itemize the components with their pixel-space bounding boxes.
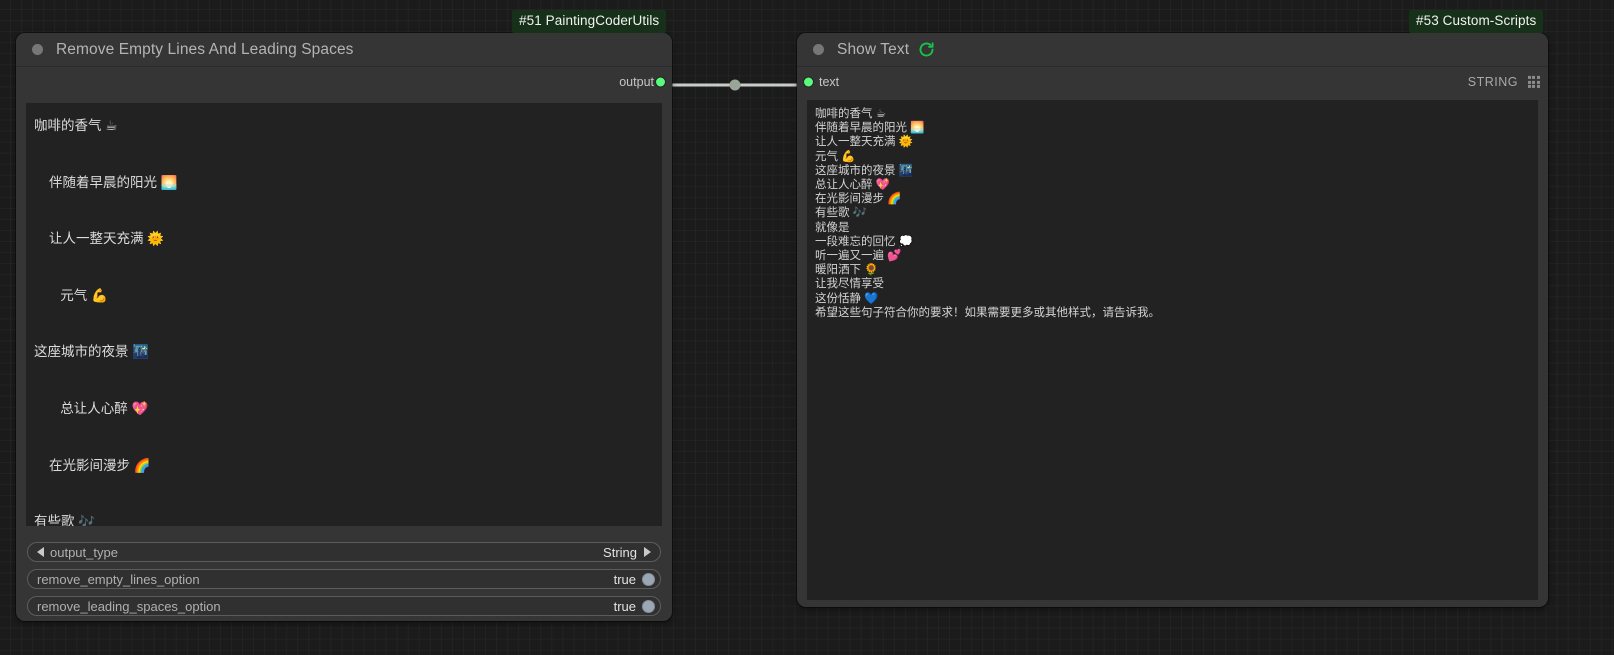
input-slot-label: text: [819, 75, 840, 89]
chevron-right-icon[interactable]: [644, 547, 651, 557]
output-slot-label: output: [619, 75, 654, 89]
widget-remove-empty-lines-label: remove_empty_lines_option: [37, 571, 200, 587]
output-slot-dot[interactable]: [656, 77, 665, 87]
node-show-text[interactable]: Show Text text STRING 咖啡的香气 ☕ 伴随着早晨的阳光 🌅…: [797, 33, 1548, 607]
toggle-knob-icon[interactable]: [642, 599, 655, 613]
node-badge-53: #53 Custom-Scripts: [1409, 10, 1544, 33]
widget-remove-leading-spaces-option[interactable]: remove_leading_spaces_option true: [27, 596, 661, 616]
node-left-titlebar[interactable]: Remove Empty Lines And Leading Spaces: [16, 33, 672, 67]
link-wire-output-to-text[interactable]: [655, 73, 815, 97]
input-slot-dot[interactable]: [804, 77, 813, 87]
node-right-titlebar[interactable]: Show Text: [797, 33, 1548, 67]
widget-remove-empty-lines-option[interactable]: remove_empty_lines_option true: [27, 569, 661, 589]
node-left-title: Remove Empty Lines And Leading Spaces: [56, 40, 354, 58]
collapse-dot-icon[interactable]: [813, 44, 824, 55]
right-node-text-display[interactable]: 咖啡的香气 ☕ 伴随着早晨的阳光 🌅 让人一整天充满 🌞 元气 💪 这座城市的夜…: [807, 100, 1538, 600]
collapse-dot-icon[interactable]: [32, 44, 43, 55]
toggle-knob-icon[interactable]: [642, 572, 655, 586]
widget-remove-leading-spaces-label: remove_leading_spaces_option: [37, 598, 221, 614]
widget-remove-leading-spaces-value: true: [613, 598, 636, 614]
dot-grid-icon[interactable]: [1527, 75, 1540, 89]
widget-output-type-value: String: [603, 544, 637, 560]
node-badge-51: #51 PaintingCoderUtils: [512, 10, 667, 33]
input-slot-row: text STRING: [797, 67, 1548, 97]
node-graph-canvas[interactable]: #51 PaintingCoderUtils Remove Empty Line…: [0, 0, 1614, 655]
left-node-text-display[interactable]: 咖啡的香气 ☕ 伴随着早晨的阳光 🌅 让人一整天充满 🌞 元气 💪 这座城市的夜…: [26, 103, 662, 526]
output-slot-row: output: [16, 67, 672, 97]
input-slot-type-label: STRING: [1467, 75, 1518, 89]
node-right-title: Show Text: [837, 40, 910, 58]
widget-remove-empty-lines-value: true: [613, 571, 636, 587]
refresh-icon[interactable]: [918, 41, 935, 58]
widget-output-type[interactable]: output_type String: [27, 542, 661, 562]
chevron-left-icon[interactable]: [37, 547, 44, 557]
node-remove-empty-lines-and-leading-spaces[interactable]: Remove Empty Lines And Leading Spaces ou…: [16, 33, 672, 621]
widget-output-type-label: output_type: [50, 544, 118, 560]
